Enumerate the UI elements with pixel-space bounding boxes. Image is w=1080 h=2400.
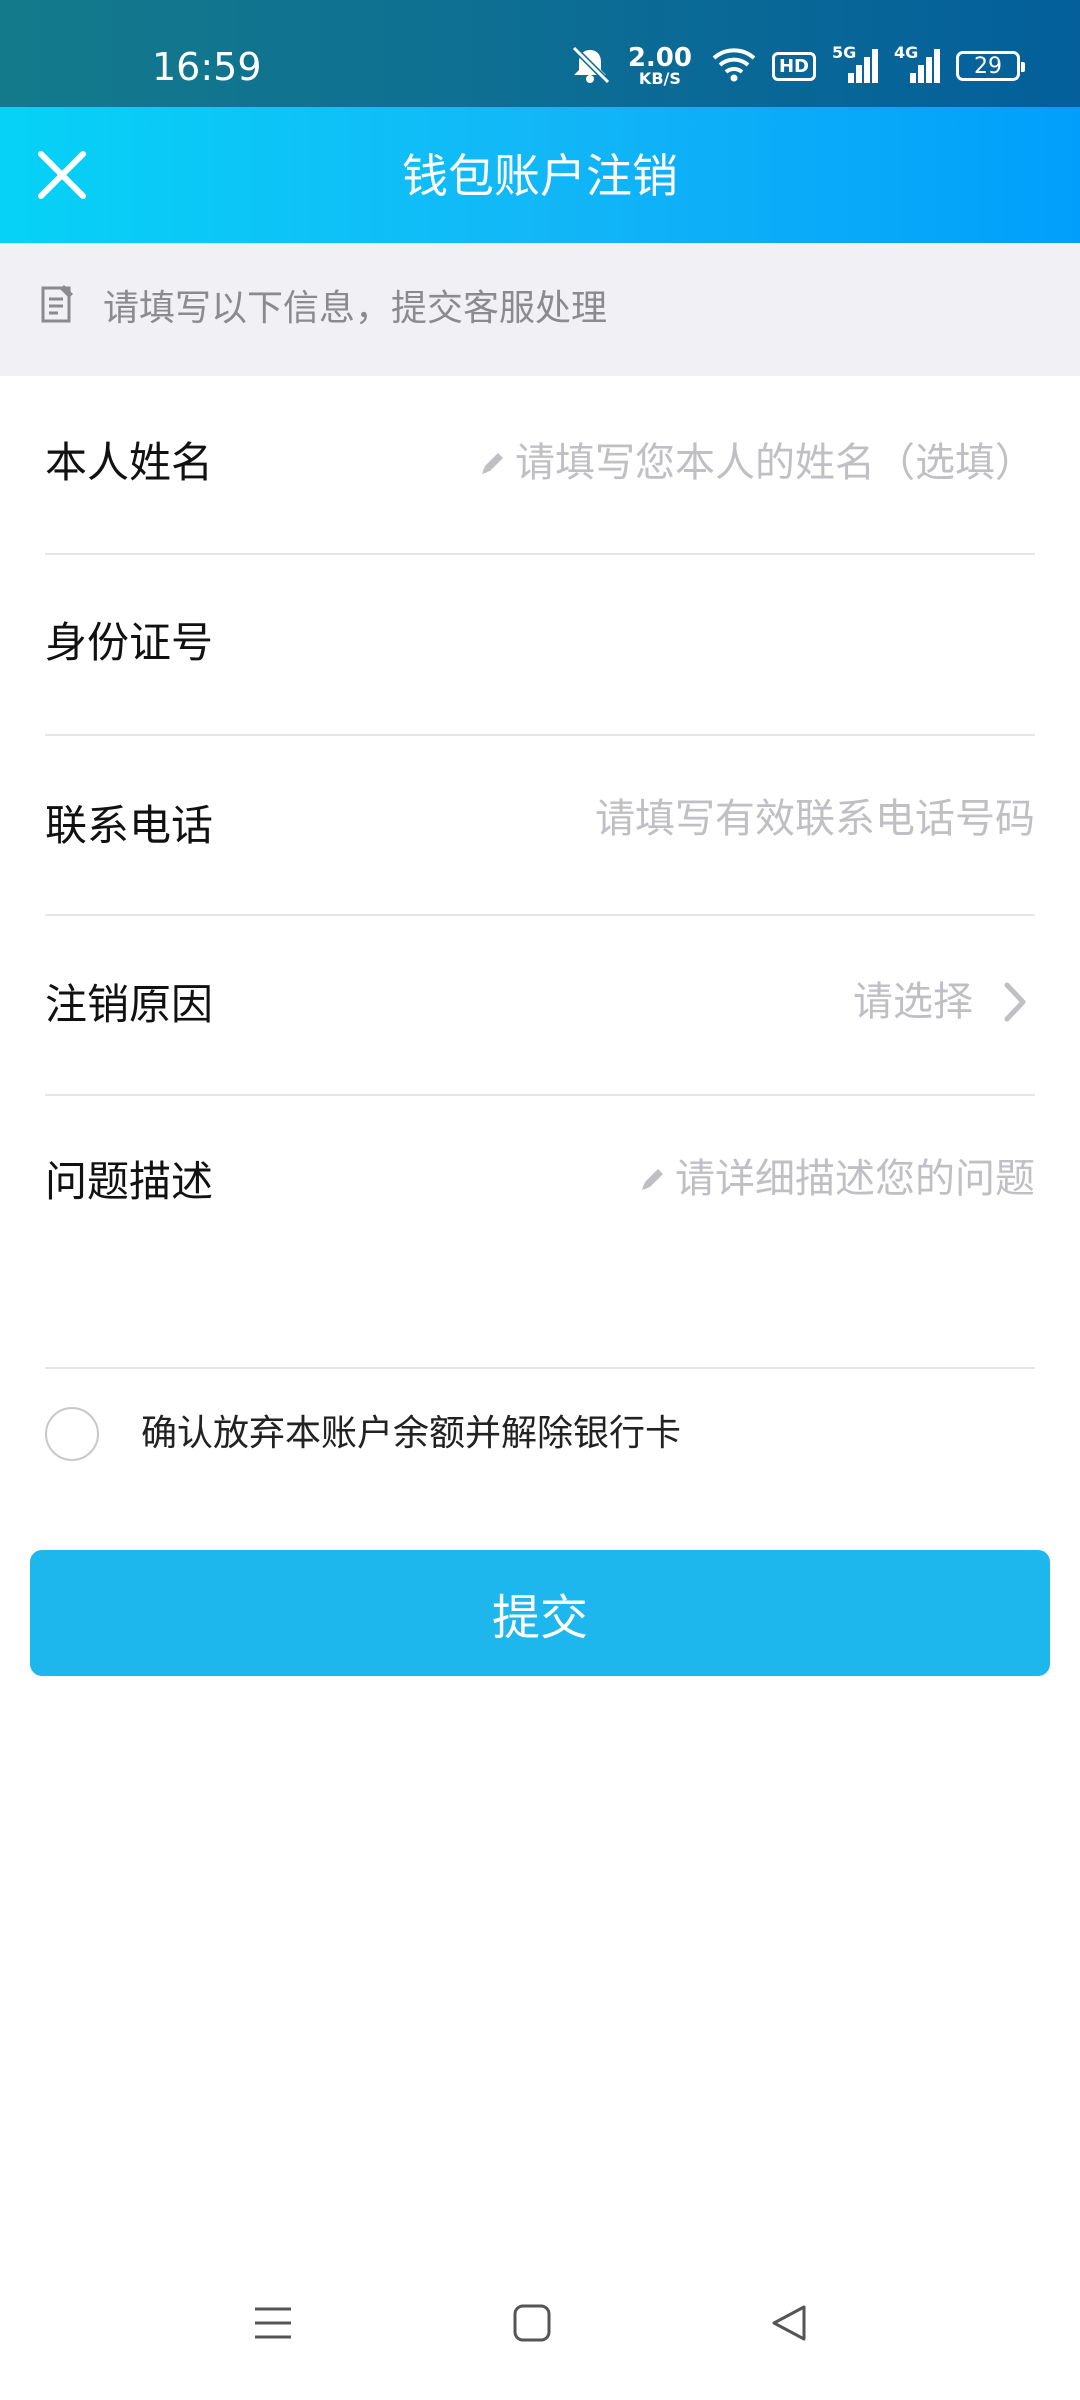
confirm-checkbox[interactable]: [45, 1407, 99, 1461]
app-header: 钱包账户注销: [0, 107, 1080, 243]
net-speed: 2.00 KB/S: [628, 45, 692, 87]
reason-selector[interactable]: 请选择: [853, 975, 1035, 1029]
page-title: 钱包账户注销: [402, 149, 678, 203]
phone-row[interactable]: 联系电话 请填写有效联系电话号码: [45, 736, 1035, 916]
signal-5g-label: 5G: [832, 43, 857, 62]
description-row[interactable]: 问题描述 请详细描述您的问题: [45, 1096, 1035, 1369]
back-icon[interactable]: [768, 2302, 810, 2348]
name-label: 本人姓名: [45, 438, 214, 487]
phone-field[interactable]: 请填写有效联系电话号码: [595, 792, 1035, 846]
home-icon[interactable]: [511, 2302, 553, 2348]
chevron-right-icon: [1004, 982, 1026, 1022]
name-row[interactable]: 本人姓名 请填写您本人的姓名（选填）: [45, 376, 1035, 555]
hd-icon: HD: [771, 51, 816, 81]
reason-label: 注销原因: [45, 980, 214, 1029]
name-field[interactable]: 请填写您本人的姓名（选填）: [479, 436, 1035, 490]
description-field[interactable]: 请详细描述您的问题: [639, 1152, 1035, 1206]
reason-row[interactable]: 注销原因 请选择: [45, 916, 1035, 1096]
pencil-icon: [642, 1169, 663, 1190]
net-speed-unit: KB/S: [638, 69, 681, 88]
notice-banner: 请填写以下信息，提交客服处理: [0, 243, 1080, 376]
confirm-option[interactable]: 确认放弃本账户余额并解除银行卡: [45, 1406, 681, 1462]
battery-icon: 29: [956, 51, 1025, 81]
form-icon: [40, 283, 76, 329]
menu-icon[interactable]: [252, 2302, 294, 2348]
phone-label: 联系电话: [45, 801, 214, 850]
id-number-label: 身份证号: [45, 618, 214, 667]
status-icons: 2.00 KB/S HD 5G 4G 29: [568, 40, 1025, 92]
status-time: 16:59: [152, 45, 262, 89]
id-number-row[interactable]: 身份证号: [45, 555, 1035, 736]
submit-button[interactable]: 提交: [30, 1550, 1050, 1676]
reason-placeholder: 请选择: [853, 979, 973, 1025]
pencil-icon: [482, 453, 503, 474]
confirm-text: 确认放弃本账户余额并解除银行卡: [141, 1413, 682, 1454]
net-speed-value: 2.00: [627, 43, 692, 73]
signal-5g-icon: 5G: [832, 43, 878, 83]
signal-4g-label: 4G: [894, 43, 919, 62]
status-bar: 16:59 2.00 KB/S HD 5G 4G 29: [0, 0, 1080, 107]
name-placeholder: 请填写您本人的姓名（选填）: [515, 440, 1035, 486]
signal-4g-icon: 4G: [894, 43, 940, 83]
description-placeholder: 请详细描述您的问题: [675, 1156, 1035, 1202]
description-label: 问题描述: [45, 1157, 214, 1206]
wifi-icon: [712, 46, 756, 86]
navigation-bar: [0, 2260, 1080, 2400]
mute-icon: [568, 44, 612, 88]
notice-text: 请填写以下信息，提交客服处理: [103, 288, 608, 329]
